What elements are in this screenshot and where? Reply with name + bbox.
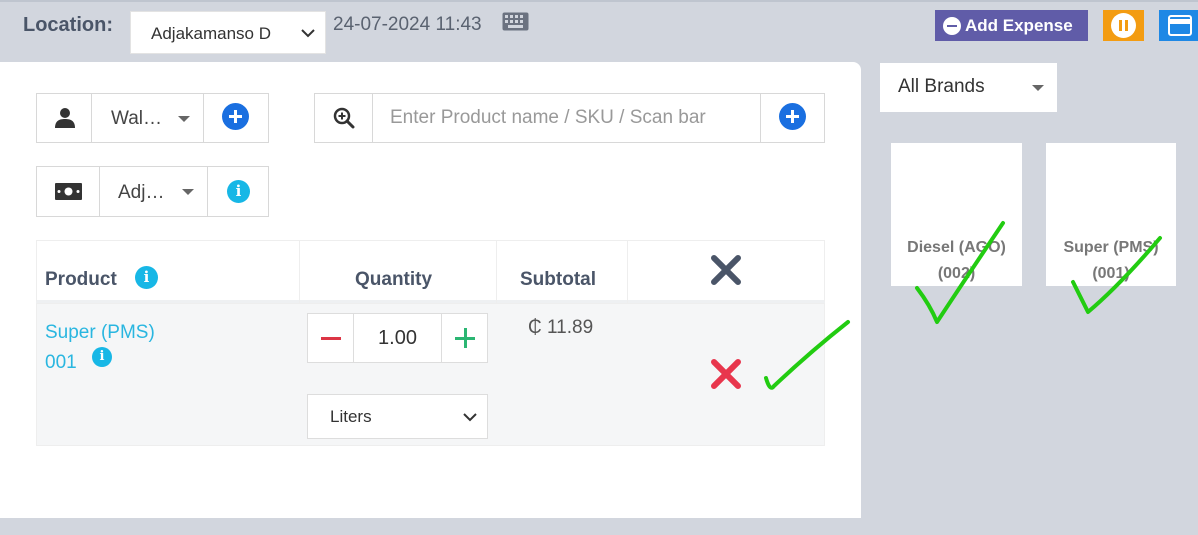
- quantity-increment-button[interactable]: [441, 313, 488, 363]
- search-plus-icon: [333, 107, 355, 129]
- datetime: 24-07-2024 11:43: [333, 14, 482, 35]
- quantity-decrement-button[interactable]: [307, 313, 354, 363]
- location-select[interactable]: Adjakamanso D: [130, 11, 326, 54]
- add-expense-button[interactable]: Add Expense: [935, 10, 1088, 41]
- brand-value: All Brands: [898, 76, 985, 97]
- keyboard-icon[interactable]: [502, 12, 529, 32]
- add-expense-label: Add Expense: [965, 15, 1073, 35]
- user-icon: [55, 108, 75, 128]
- product-card-name: Super (PMS): [1063, 239, 1159, 256]
- product-card-name: Diesel (AGO): [907, 239, 1006, 256]
- chevron-down-icon: [463, 413, 477, 422]
- unit-value: Liters: [330, 407, 372, 426]
- calculator-button[interactable]: [1159, 10, 1198, 41]
- money-icon-box: [36, 166, 100, 217]
- adjustment-value: Adj…: [118, 182, 165, 203]
- window-icon: [1168, 15, 1192, 36]
- header-quantity: Quantity: [355, 269, 433, 290]
- plus-circle-icon: [222, 103, 249, 130]
- header-product: Product: [45, 269, 117, 290]
- remove-row-icon[interactable]: [710, 358, 742, 390]
- info-circle-icon[interactable]: i: [92, 347, 112, 367]
- row-subtotal: ₵ 11.89: [528, 317, 594, 338]
- search-icon-box: [314, 93, 373, 143]
- location-label: Location:: [23, 14, 113, 36]
- customer-icon-box: [36, 93, 92, 143]
- customer-select[interactable]: Wal…: [91, 93, 204, 143]
- remove-all-icon[interactable]: [710, 254, 742, 286]
- brand-select[interactable]: All Brands: [880, 63, 1057, 112]
- product-card-code: (001): [1092, 265, 1130, 282]
- location-value: Adjakamanso D: [151, 24, 272, 43]
- unit-select[interactable]: Liters: [307, 394, 488, 439]
- row-product-name: Super (PMS): [45, 322, 155, 343]
- plus-circle-icon: [779, 103, 806, 130]
- add-product-button[interactable]: [760, 93, 825, 143]
- add-customer-button[interactable]: [203, 93, 269, 143]
- minus-circle-icon: [943, 16, 961, 35]
- caret-down-icon: [1032, 85, 1044, 91]
- product-search-input[interactable]: [372, 93, 761, 143]
- customer-value: Wal…: [111, 108, 163, 129]
- header-subtotal: Subtotal: [520, 269, 596, 290]
- product-card-code: (002): [937, 265, 976, 282]
- quantity-input[interactable]: 1.00: [353, 313, 442, 363]
- suspend-button[interactable]: [1103, 10, 1144, 41]
- money-bill-icon: [55, 183, 82, 200]
- info-circle-icon[interactable]: i: [135, 266, 158, 289]
- info-circle-icon: i: [227, 180, 250, 203]
- caret-down-icon: [182, 189, 194, 195]
- chevron-down-icon: [301, 29, 315, 38]
- info-button[interactable]: i: [207, 166, 269, 217]
- adjustment-select[interactable]: Adj…: [99, 166, 208, 217]
- caret-down-icon: [178, 116, 190, 122]
- product-card[interactable]: Super (PMS) (001): [1046, 143, 1176, 286]
- product-card[interactable]: Diesel (AGO) (002): [891, 143, 1022, 286]
- top-border: [0, 0, 1198, 2]
- pause-icon: [1111, 13, 1136, 38]
